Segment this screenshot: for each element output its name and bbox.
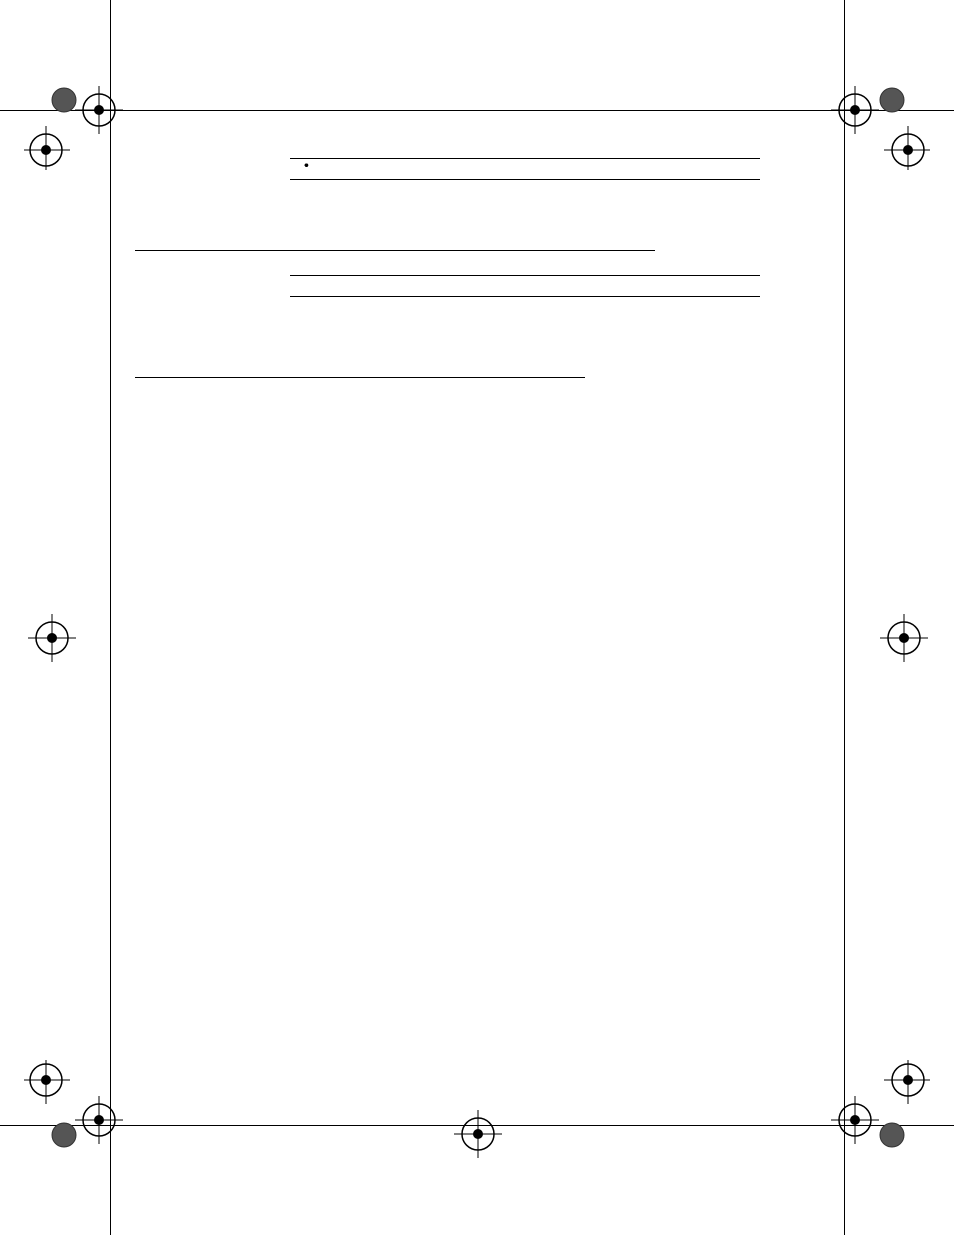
reg-mark-bottom-center [454, 1110, 502, 1158]
bottom-frame-line [0, 1125, 954, 1126]
left-frame-line [110, 0, 111, 1235]
reg-mark-middle-right [880, 614, 928, 662]
section-rule [135, 250, 655, 251]
section-rule [135, 377, 585, 378]
note-block [290, 158, 760, 180]
reg-mark-top-left [24, 60, 134, 170]
reg-mark-middle-left [28, 614, 76, 662]
reg-mark-bottom-left [24, 1060, 134, 1170]
important-block [290, 275, 760, 297]
reg-mark-bottom-right [820, 1060, 930, 1170]
